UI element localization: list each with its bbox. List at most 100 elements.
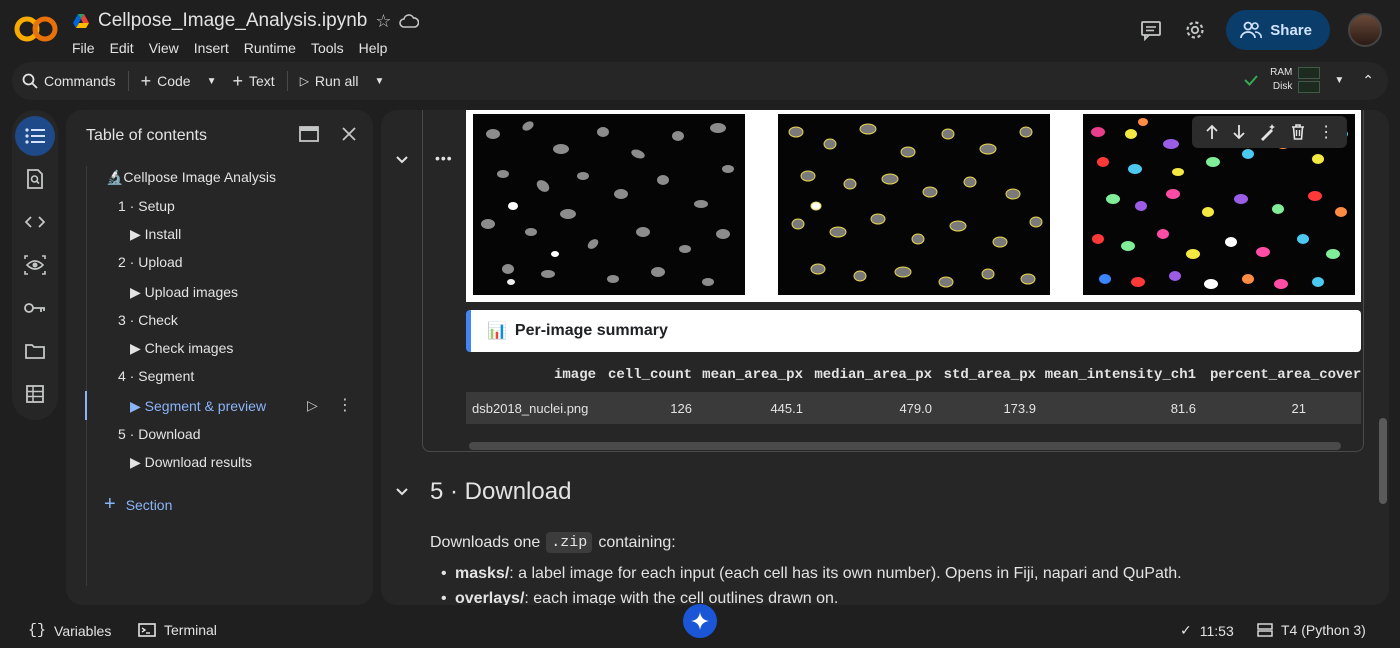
bullet-text: : each image with the cell outlines draw… (524, 590, 839, 605)
braces-icon: {} (28, 622, 47, 639)
account-avatar[interactable] (1348, 13, 1382, 47)
side-rail (12, 110, 58, 420)
toc-item-download[interactable]: 5 · Download (118, 426, 201, 442)
play-icon: ▷ (299, 74, 309, 88)
menu-tools[interactable]: Tools (311, 40, 344, 56)
collapse-chevron-icon[interactable] (392, 482, 412, 502)
caret-down-icon[interactable]: ▼ (1334, 75, 1344, 86)
add-code-button[interactable]: + Code (131, 66, 201, 96)
table-cell-percent-area: 21 (1291, 400, 1306, 416)
toc-item-segment-preview[interactable]: ▶ Segment & preview (130, 398, 266, 415)
cell-toolbar: ⋮ (1192, 116, 1347, 148)
raw-nuclei-image (473, 114, 745, 295)
terminal-button[interactable]: Terminal (138, 622, 217, 638)
menu-insert[interactable]: Insert (194, 40, 229, 56)
notebook-title[interactable]: Cellpose_Image_Analysis.ipynb (98, 10, 367, 32)
connected-check-icon (1244, 75, 1258, 86)
terminal-icon (138, 623, 156, 637)
caret-down-icon: ▼ (374, 75, 385, 87)
more-vert-icon[interactable]: ⋮ (337, 395, 353, 415)
commands-button[interactable]: Commands (12, 66, 126, 96)
edit-magic-pen-icon[interactable] (1259, 123, 1277, 141)
share-label: Share (1270, 21, 1312, 39)
disk-label: Disk (1272, 81, 1293, 92)
toc-item-check-images[interactable]: ▶ Check images (130, 340, 233, 357)
code-label: Code (157, 73, 191, 89)
menu-runtime[interactable]: Runtime (244, 40, 296, 56)
toc-item-check[interactable]: 3 · Check (118, 312, 178, 328)
star-icon[interactable]: ☆ (375, 11, 391, 32)
summary-heading-card: 📊 Per-image summary (466, 310, 1361, 352)
open-in-tab-icon[interactable] (299, 126, 319, 142)
toc-item-segment[interactable]: 4 · Segment (118, 368, 194, 384)
add-section-label: Section (125, 496, 173, 513)
delete-trash-icon[interactable] (1291, 124, 1305, 140)
toc-list-icon[interactable] (15, 116, 55, 156)
toc-tree-line (86, 166, 87, 586)
toc-item-setup[interactable]: 1 · Setup (118, 198, 175, 214)
commands-label: Commands (44, 73, 116, 89)
divider (286, 71, 288, 91)
execution-status[interactable]: ✓ 11:53 (1180, 622, 1234, 639)
secrets-key-icon[interactable] (15, 288, 55, 328)
check-icon: ✓ (1180, 622, 1192, 638)
variable-inspector-eye-icon[interactable] (15, 245, 55, 285)
menu-bar: File Edit View Insert Runtime Tools Help (72, 40, 387, 56)
terminal-label: Terminal (164, 622, 217, 638)
cloud-saved-icon[interactable] (399, 13, 420, 29)
disk-bar (1298, 81, 1321, 93)
notebook-vertical-scrollbar[interactable] (1379, 418, 1387, 504)
settings-gear-icon[interactable] (1182, 17, 1208, 43)
collapse-chevron-icon[interactable] (392, 150, 412, 170)
comments-icon[interactable] (1138, 17, 1164, 43)
variables-button[interactable]: {} Variables (28, 622, 111, 639)
run-all-button[interactable]: ▷ Run all (290, 66, 369, 96)
collapse-chevron-up-icon[interactable]: ⌃ (1362, 72, 1374, 89)
output-more-icon[interactable]: ••• (435, 150, 453, 166)
summary-dataframe: image cell_count mean_area_px median_are… (466, 362, 1361, 424)
add-section-button[interactable]: + Section (104, 493, 172, 516)
more-vert-icon[interactable]: ⋮ (1318, 122, 1334, 142)
menu-edit[interactable]: Edit (110, 40, 134, 56)
code-snippets-icon[interactable] (15, 202, 55, 242)
execution-time: 11:53 (1199, 622, 1234, 639)
gemini-button[interactable] (683, 604, 717, 638)
code-dropdown-button[interactable]: ▼ (201, 66, 223, 96)
share-button[interactable]: Share (1226, 10, 1330, 50)
move-down-arrow-icon[interactable] (1232, 124, 1246, 140)
files-folder-icon[interactable] (15, 331, 55, 371)
toc-item-install[interactable]: ▶ Install (130, 226, 181, 243)
plus-icon: + (104, 493, 116, 515)
add-text-button[interactable]: + Text (222, 66, 284, 96)
colab-logo[interactable] (14, 12, 58, 46)
run-section-play-icon[interactable]: ▷ (307, 397, 318, 414)
close-icon[interactable] (341, 126, 357, 142)
outline-overlay-image (778, 114, 1050, 295)
caret-down-icon: ▼ (206, 75, 217, 87)
notebook-toolbar: Commands + Code ▼ + Text ▷ Run all ▼ RAM… (12, 62, 1388, 100)
people-icon (1240, 21, 1263, 39)
bullet-bold: overlays/ (455, 590, 525, 605)
inline-code: .zip (546, 532, 593, 553)
resources-indicator[interactable]: RAM Disk (1270, 66, 1321, 94)
column-header-mean-intensity: mean_intensity_ch1 (1044, 367, 1196, 383)
server-icon (1257, 623, 1273, 637)
data-table-icon[interactable] (15, 374, 55, 414)
search-icon (22, 73, 38, 89)
table-cell-cell-count: 126 (670, 400, 692, 416)
table-cell-mean-intensity: 81.6 (1170, 400, 1196, 416)
menu-help[interactable]: Help (359, 40, 388, 56)
table-horizontal-scrollbar[interactable] (469, 442, 1341, 450)
menu-file[interactable]: File (72, 40, 95, 56)
toc-item-cellpose-image-analysis[interactable]: 🔬Cellpose Image Analysis (106, 169, 276, 186)
toc-item-upload[interactable]: 2 · Upload (118, 254, 183, 270)
toc-item-download-results[interactable]: ▶ Download results (130, 454, 252, 471)
notebook-main: ••• ⋮ 📊 Per-image summary image cell_cou… (381, 110, 1389, 605)
runtime-indicator[interactable]: T4 (Python 3) (1257, 622, 1366, 638)
find-document-icon[interactable] (15, 159, 55, 199)
run-all-label: Run all (314, 73, 359, 89)
toc-item-upload-images[interactable]: ▶ Upload images (130, 284, 238, 301)
move-up-arrow-icon[interactable] (1205, 124, 1219, 140)
run-all-dropdown-button[interactable]: ▼ (369, 66, 391, 96)
menu-view[interactable]: View (149, 40, 179, 56)
